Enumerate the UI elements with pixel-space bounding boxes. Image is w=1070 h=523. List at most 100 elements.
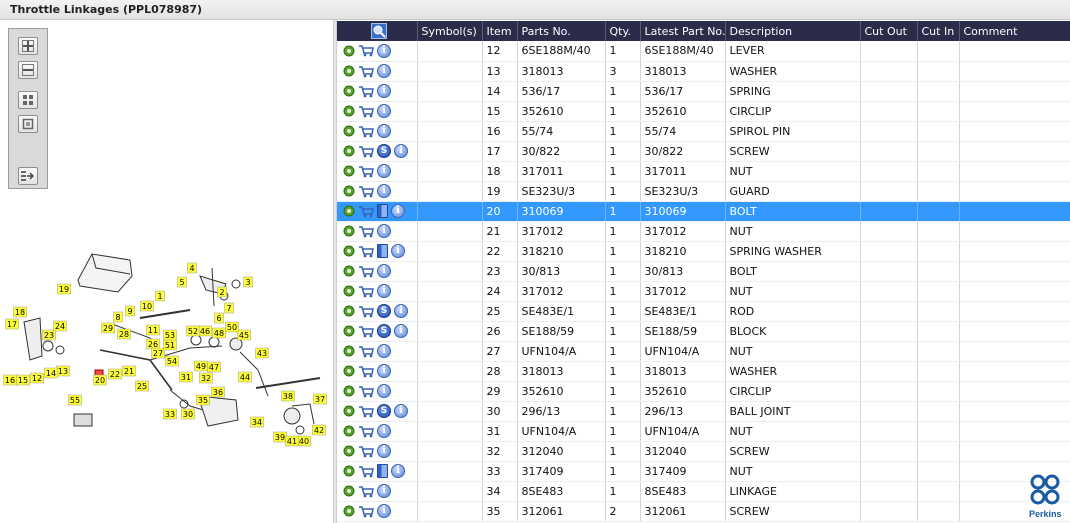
info-icon[interactable]: i — [391, 464, 405, 478]
table-row[interactable]: i 32 312040 1 312040 SCREW — [337, 441, 1070, 462]
callout-12[interactable]: 12 — [30, 372, 44, 384]
info-icon[interactable]: i — [377, 184, 391, 198]
actual-size-button[interactable] — [18, 115, 38, 133]
zoom-out-button[interactable] — [18, 61, 38, 79]
shopping-cart-icon[interactable] — [358, 345, 374, 358]
callout-38[interactable]: 38 — [281, 390, 295, 402]
callout-53[interactable]: 53 — [163, 329, 177, 341]
shopping-cart-icon[interactable] — [358, 285, 374, 298]
column-header-latest-part-no[interactable]: Latest Part No. — [640, 21, 726, 41]
configure-icon[interactable] — [343, 85, 355, 97]
info-icon[interactable]: i — [377, 64, 391, 78]
shopping-cart-icon[interactable] — [358, 125, 374, 138]
document-book-icon[interactable] — [377, 244, 388, 258]
callout-15[interactable]: 15 — [16, 374, 30, 386]
table-row[interactable]: i 34 8SE483 1 8SE483 LINKAGE — [337, 481, 1070, 502]
table-row[interactable]: i 14 536/17 1 536/17 SPRING — [337, 81, 1070, 102]
info-icon[interactable]: i — [377, 384, 391, 398]
info-icon[interactable]: i — [377, 284, 391, 298]
shopping-cart-icon[interactable] — [358, 165, 374, 178]
configure-icon[interactable] — [343, 425, 355, 437]
shopping-cart-icon[interactable] — [358, 65, 374, 78]
callout-44[interactable]: 44 — [238, 371, 252, 383]
callout-30[interactable]: 30 — [181, 408, 195, 420]
info-icon[interactable]: i — [377, 164, 391, 178]
column-header-comment[interactable]: Comment — [959, 21, 1070, 41]
table-row[interactable]: i 28 318013 1 318013 WASHER — [337, 361, 1070, 382]
shopping-cart-icon[interactable] — [358, 365, 374, 378]
fit-page-button[interactable] — [18, 91, 38, 109]
configure-icon[interactable] — [343, 465, 355, 477]
configure-icon[interactable] — [343, 485, 355, 497]
callout-54[interactable]: 54 — [165, 355, 179, 367]
table-row[interactable]: i 20 310069 1 310069 BOLT — [337, 201, 1070, 222]
info-icon[interactable]: i — [394, 404, 408, 418]
callout-51[interactable]: 51 — [163, 339, 177, 351]
table-row[interactable]: Si 30 296/13 1 296/13 BALL JOINT — [337, 401, 1070, 422]
info-icon[interactable]: i — [377, 264, 391, 278]
info-icon[interactable]: i — [394, 144, 408, 158]
table-row[interactable]: i 12 6SE188M/40 1 6SE188M/40 LEVER — [337, 41, 1070, 62]
shopping-cart-icon[interactable] — [358, 265, 374, 278]
callout-26[interactable]: 26 — [146, 338, 160, 350]
shopping-cart-icon[interactable] — [358, 205, 374, 218]
shopping-cart-icon[interactable] — [358, 445, 374, 458]
service-bulletin-icon[interactable]: S — [377, 304, 391, 318]
configure-icon[interactable] — [343, 445, 355, 457]
callout-41[interactable]: 41 — [285, 435, 299, 447]
info-icon[interactable]: i — [394, 304, 408, 318]
callout-18[interactable]: 18 — [13, 306, 27, 318]
callout-43[interactable]: 43 — [255, 347, 269, 359]
shopping-cart-icon[interactable] — [358, 385, 374, 398]
table-row[interactable]: i 22 318210 1 318210 SPRING WASHER — [337, 241, 1070, 262]
configure-icon[interactable] — [343, 165, 355, 177]
info-icon[interactable]: i — [377, 424, 391, 438]
callout-33[interactable]: 33 — [163, 408, 177, 420]
column-header-symbols[interactable]: Symbol(s) — [417, 21, 483, 41]
service-bulletin-icon[interactable]: S — [377, 144, 391, 158]
column-header-parts-no[interactable]: Parts No. — [517, 21, 606, 41]
callout-1[interactable]: 1 — [155, 290, 165, 302]
configure-icon[interactable] — [343, 245, 355, 257]
callout-11[interactable]: 11 — [146, 324, 160, 336]
shopping-cart-icon[interactable] — [358, 325, 374, 338]
callout-39[interactable]: 39 — [273, 431, 287, 443]
callout-14[interactable]: 14 — [44, 367, 58, 379]
callout-28[interactable]: 28 — [117, 328, 131, 340]
table-row[interactable]: i 18 317011 1 317011 NUT — [337, 161, 1070, 182]
callout-42[interactable]: 42 — [312, 424, 326, 436]
configure-icon[interactable] — [343, 505, 355, 517]
callout-50[interactable]: 50 — [225, 321, 239, 333]
table-row[interactable]: i 16 55/74 1 55/74 SPIROL PIN — [337, 121, 1070, 142]
configure-icon[interactable] — [343, 305, 355, 317]
callout-19[interactable]: 19 — [57, 283, 71, 295]
table-row[interactable]: i 24 317012 1 317012 NUT — [337, 281, 1070, 302]
callout-31[interactable]: 31 — [179, 371, 193, 383]
callout-16[interactable]: 16 — [3, 374, 17, 386]
exploded-diagram[interactable]: 1 234567891011121314151617181920212223242… — [0, 220, 333, 450]
configure-icon[interactable] — [343, 385, 355, 397]
callout-55[interactable]: 55 — [68, 394, 82, 406]
callout-49[interactable]: 49 — [194, 360, 208, 372]
callout-23[interactable]: 23 — [42, 329, 56, 341]
info-icon[interactable]: i — [391, 204, 405, 218]
parts-table-container[interactable]: Symbol(s) Item Parts No. Qty. Latest Par… — [337, 21, 1070, 523]
table-row[interactable]: i 23 30/813 1 30/813 BOLT — [337, 261, 1070, 282]
column-header-item[interactable]: Item — [482, 21, 518, 41]
shopping-cart-icon[interactable] — [358, 245, 374, 258]
callout-24[interactable]: 24 — [53, 320, 67, 332]
info-icon[interactable]: i — [377, 124, 391, 138]
configure-icon[interactable] — [343, 145, 355, 157]
table-row[interactable]: i 33 317409 1 317409 NUT — [337, 461, 1070, 482]
callout-27[interactable]: 27 — [151, 347, 165, 359]
callout-4[interactable]: 4 — [187, 262, 197, 274]
shopping-cart-icon[interactable] — [358, 405, 374, 418]
configure-icon[interactable] — [343, 345, 355, 357]
callout-7[interactable]: 7 — [224, 302, 234, 314]
column-header-cut-out[interactable]: Cut Out — [860, 21, 918, 41]
callout-6[interactable]: 6 — [214, 312, 224, 324]
zoom-in-button[interactable] — [18, 37, 38, 55]
callout-35[interactable]: 35 — [196, 394, 210, 406]
table-row[interactable]: Si 17 30/822 1 30/822 SCREW — [337, 141, 1070, 162]
table-row[interactable]: Si 26 SE188/59 1 SE188/59 BLOCK — [337, 321, 1070, 342]
